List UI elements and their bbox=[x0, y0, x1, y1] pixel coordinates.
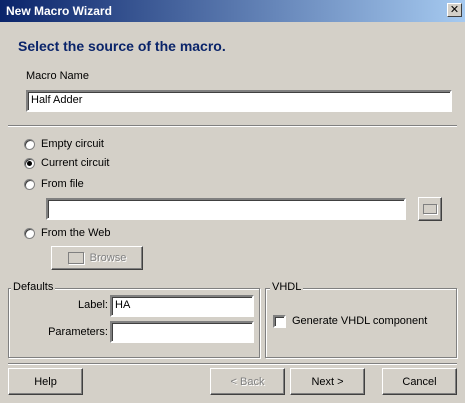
next-button[interactable]: Next > bbox=[290, 368, 365, 395]
help-button[interactable]: Help bbox=[8, 368, 83, 395]
macro-name-field[interactable]: Half Adder bbox=[26, 90, 452, 112]
browse-icon bbox=[67, 252, 84, 264]
radio-indicator[interactable] bbox=[24, 227, 35, 239]
radio-indicator-selected[interactable] bbox=[24, 157, 35, 169]
generate-vhdl-checkbox[interactable] bbox=[273, 315, 286, 328]
title-bar: New Macro Wizard ✕ bbox=[0, 0, 465, 22]
close-icon: ✕ bbox=[449, 4, 460, 16]
radio-label: From the Web bbox=[41, 227, 111, 239]
radio-empty-circuit[interactable]: Empty circuit bbox=[24, 136, 104, 152]
folder-icon bbox=[423, 204, 437, 214]
label-label: Label: bbox=[78, 299, 108, 311]
file-browse-button[interactable] bbox=[418, 197, 442, 221]
radio-from-the-web[interactable]: From the Web bbox=[24, 225, 111, 241]
radio-current-circuit[interactable]: Current circuit bbox=[24, 155, 109, 171]
page-heading: Select the source of the macro. bbox=[18, 38, 226, 54]
radio-from-file[interactable]: From file bbox=[24, 176, 84, 192]
radio-label: Empty circuit bbox=[41, 138, 104, 150]
separator-bottom bbox=[8, 363, 457, 365]
generate-vhdl-label: Generate VHDL component bbox=[292, 315, 428, 327]
radio-indicator[interactable] bbox=[24, 138, 35, 150]
close-button[interactable]: ✕ bbox=[447, 3, 462, 17]
radio-label: From file bbox=[41, 178, 84, 190]
defaults-group-title: Defaults bbox=[11, 281, 56, 293]
radio-label: Current circuit bbox=[41, 157, 110, 169]
macro-name-label: Macro Name bbox=[26, 70, 89, 82]
parameters-field[interactable] bbox=[110, 321, 254, 343]
file-path-field[interactable] bbox=[46, 198, 406, 220]
back-button[interactable]: < Back bbox=[210, 368, 285, 395]
cancel-button[interactable]: Cancel bbox=[382, 368, 457, 395]
browse-web-button[interactable]: Browse bbox=[51, 246, 143, 270]
separator-top bbox=[8, 125, 457, 127]
vhdl-group-title: VHDL bbox=[270, 281, 304, 293]
parameters-label: Parameters: bbox=[48, 326, 108, 338]
radio-indicator[interactable] bbox=[24, 178, 35, 190]
new-macro-wizard-dialog: New Macro Wizard ✕ Select the source of … bbox=[0, 0, 465, 403]
label-field[interactable]: HA bbox=[110, 295, 254, 317]
browse-label: Browse bbox=[89, 252, 127, 264]
window-title: New Macro Wizard bbox=[6, 4, 112, 18]
